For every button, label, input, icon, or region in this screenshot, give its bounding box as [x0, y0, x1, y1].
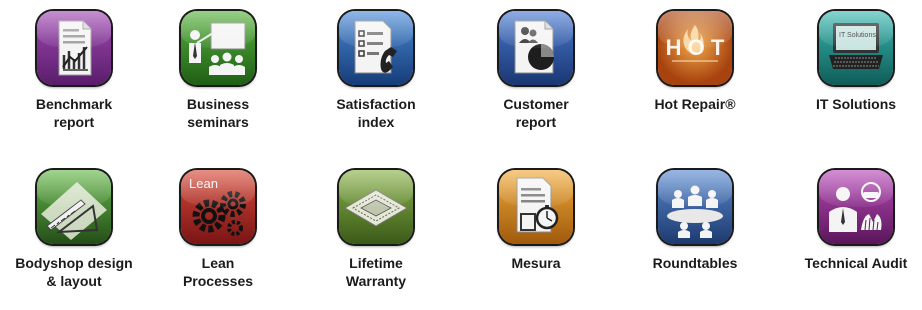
- tile-hot-repair[interactable]: H O T Hot Repair®: [620, 11, 770, 113]
- mesura-icon: [499, 170, 573, 244]
- tile-label-line1: Business: [186, 96, 250, 112]
- tile-it-solutions[interactable]: IT Solutions IT Solutions: [781, 11, 922, 113]
- tile-label-line1: Benchmark: [35, 96, 113, 112]
- tile-satisfaction-index[interactable]: Satisfaction index: [301, 11, 451, 131]
- tile-label-line1: Lean: [201, 255, 235, 271]
- tile-label-line2: report: [515, 114, 557, 130]
- it-solutions-icon: IT Solutions: [819, 11, 893, 85]
- tile-mesura[interactable]: Mesura: [461, 170, 611, 272]
- tile-bodyshop-design[interactable]: Bodyshop design & layout: [0, 170, 149, 290]
- tile-roundtables[interactable]: Roundtables: [620, 170, 770, 272]
- it-solutions-screen-text: IT Solutions: [839, 32, 876, 39]
- tile-label-line2: Processes: [182, 273, 254, 289]
- tile-label-line1: Mesura: [511, 255, 561, 271]
- satisfaction-index-icon: [339, 11, 413, 85]
- lean-processes-icon: Lean: [181, 170, 255, 244]
- tile-label-line2: & layout: [46, 273, 102, 289]
- tile-lean-processes[interactable]: Lean Lean Processes: [143, 170, 293, 290]
- tile-technical-audit[interactable]: Technical Audit: [781, 170, 922, 272]
- customer-report-icon: [499, 11, 573, 85]
- tile-label-line1: Hot Repair®: [654, 96, 736, 112]
- tile-label-line1: Technical Audit: [804, 255, 908, 271]
- business-seminars-icon: [181, 11, 255, 85]
- bodyshop-design-icon: [37, 170, 111, 244]
- roundtables-icon: [658, 170, 732, 244]
- services-grid: Benchmark report Business seminars Satis…: [0, 0, 922, 310]
- tile-label-line1: Roundtables: [652, 255, 738, 271]
- tile-label-line2: index: [357, 114, 395, 130]
- tile-label-line2: report: [53, 114, 95, 130]
- tile-label-line1: Satisfaction: [336, 96, 416, 112]
- tile-lifetime-warranty[interactable]: Lifetime Warranty: [301, 170, 451, 290]
- tile-label-line1: Lifetime: [349, 255, 403, 271]
- tile-label-line2: seminars: [187, 114, 249, 130]
- svg-text:H O T: H O T: [666, 35, 725, 60]
- tile-benchmark-report[interactable]: Benchmark report: [0, 11, 149, 131]
- tile-label-line2: Warranty: [345, 273, 407, 289]
- tile-business-seminars[interactable]: Business seminars: [143, 11, 293, 131]
- tile-customer-report[interactable]: Customer report: [461, 11, 611, 131]
- benchmark-report-icon: [37, 11, 111, 85]
- lean-icon-text: Lean: [189, 176, 218, 191]
- tile-label-line1: Bodyshop design: [15, 255, 133, 271]
- tile-label-line1: Customer: [503, 96, 569, 112]
- technical-audit-icon: [819, 170, 893, 244]
- tile-label-line1: IT Solutions: [815, 96, 897, 112]
- hot-repair-icon: H O T: [658, 11, 732, 85]
- lifetime-warranty-icon: [339, 170, 413, 244]
